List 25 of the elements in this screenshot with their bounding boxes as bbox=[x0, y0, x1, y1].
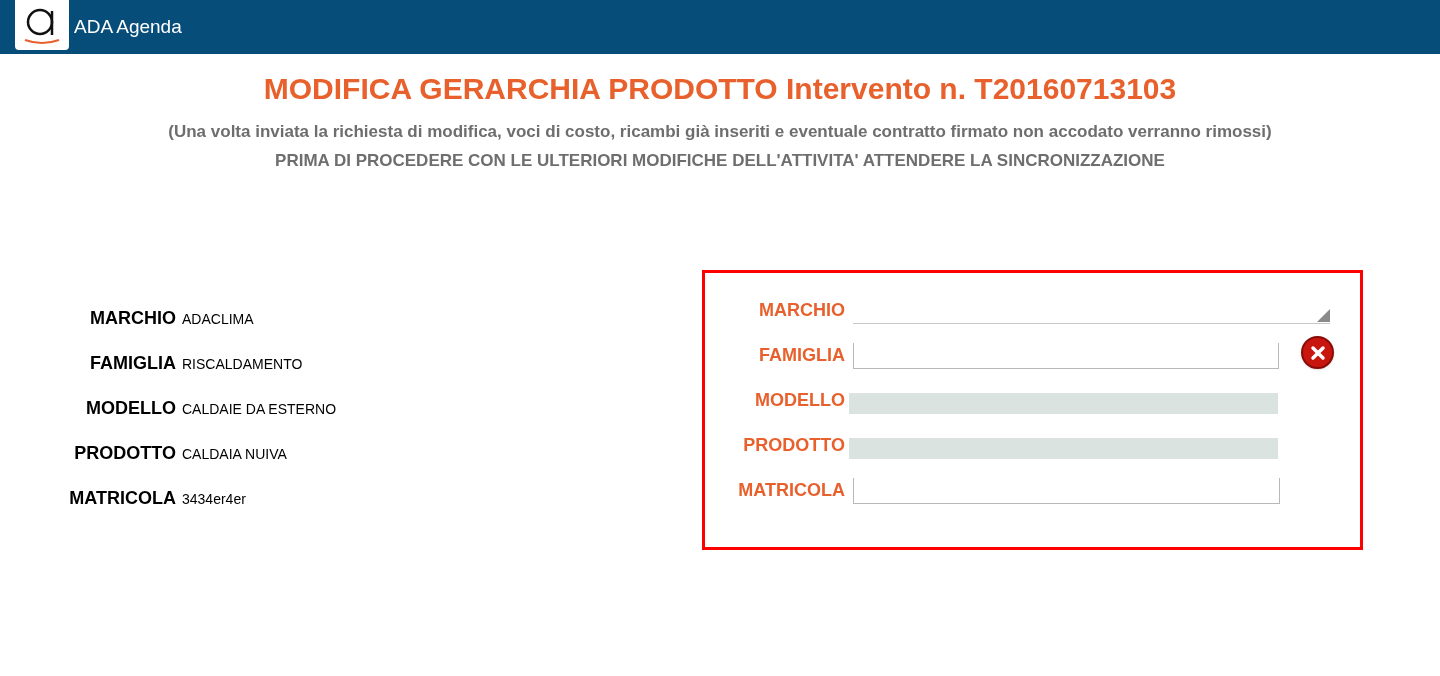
page-title: MODIFICA GERARCHIA PRODOTTO Intervento n. T20160713103 bbox=[263, 71, 1177, 107]
field-label: PRODOTTO bbox=[73, 442, 177, 465]
dropdown-arrow-icon bbox=[1317, 309, 1330, 322]
field-label: FAMIGLIA bbox=[758, 344, 845, 367]
input-field[interactable] bbox=[853, 478, 1280, 504]
note-text: (Una volta inviata la richiesta di modifica, voci di costo, ricambi già inseriti e eventuale contratto firmato non accodato verranno rimossi) bbox=[168, 121, 1272, 143]
logo-icon bbox=[15, 0, 69, 50]
field-label: MATRICOLA bbox=[68, 487, 177, 510]
field-label: MARCHIO bbox=[758, 299, 845, 322]
field-value: ADACLIMA bbox=[182, 310, 254, 329]
field-value: CALDAIA NUIVA bbox=[182, 445, 287, 464]
field-value: 3434er4er bbox=[182, 490, 246, 509]
field-label: PRODOTTO bbox=[742, 434, 845, 457]
field-label: MODELLO bbox=[754, 389, 845, 412]
field-label: MARCHIO bbox=[89, 307, 177, 330]
field-label: MODELLO bbox=[85, 397, 177, 420]
input-field[interactable] bbox=[853, 343, 1279, 369]
field-value: RISCALDAMENTO bbox=[182, 355, 303, 374]
close-icon bbox=[1309, 344, 1326, 361]
field-label: FAMIGLIA bbox=[89, 352, 177, 375]
app-title: ADA Agenda bbox=[74, 14, 182, 39]
clear-button[interactable] bbox=[1301, 336, 1334, 369]
field-label: MATRICOLA bbox=[737, 479, 845, 502]
field-value: CALDAIE DA ESTERNO bbox=[182, 400, 337, 419]
warning-text: PRIMA DI PROCEDERE CON LE ULTERIORI MODIFICHE DELL'ATTIVITA' ATTENDERE LA SINCRONIZZAZIONE bbox=[275, 149, 1165, 172]
